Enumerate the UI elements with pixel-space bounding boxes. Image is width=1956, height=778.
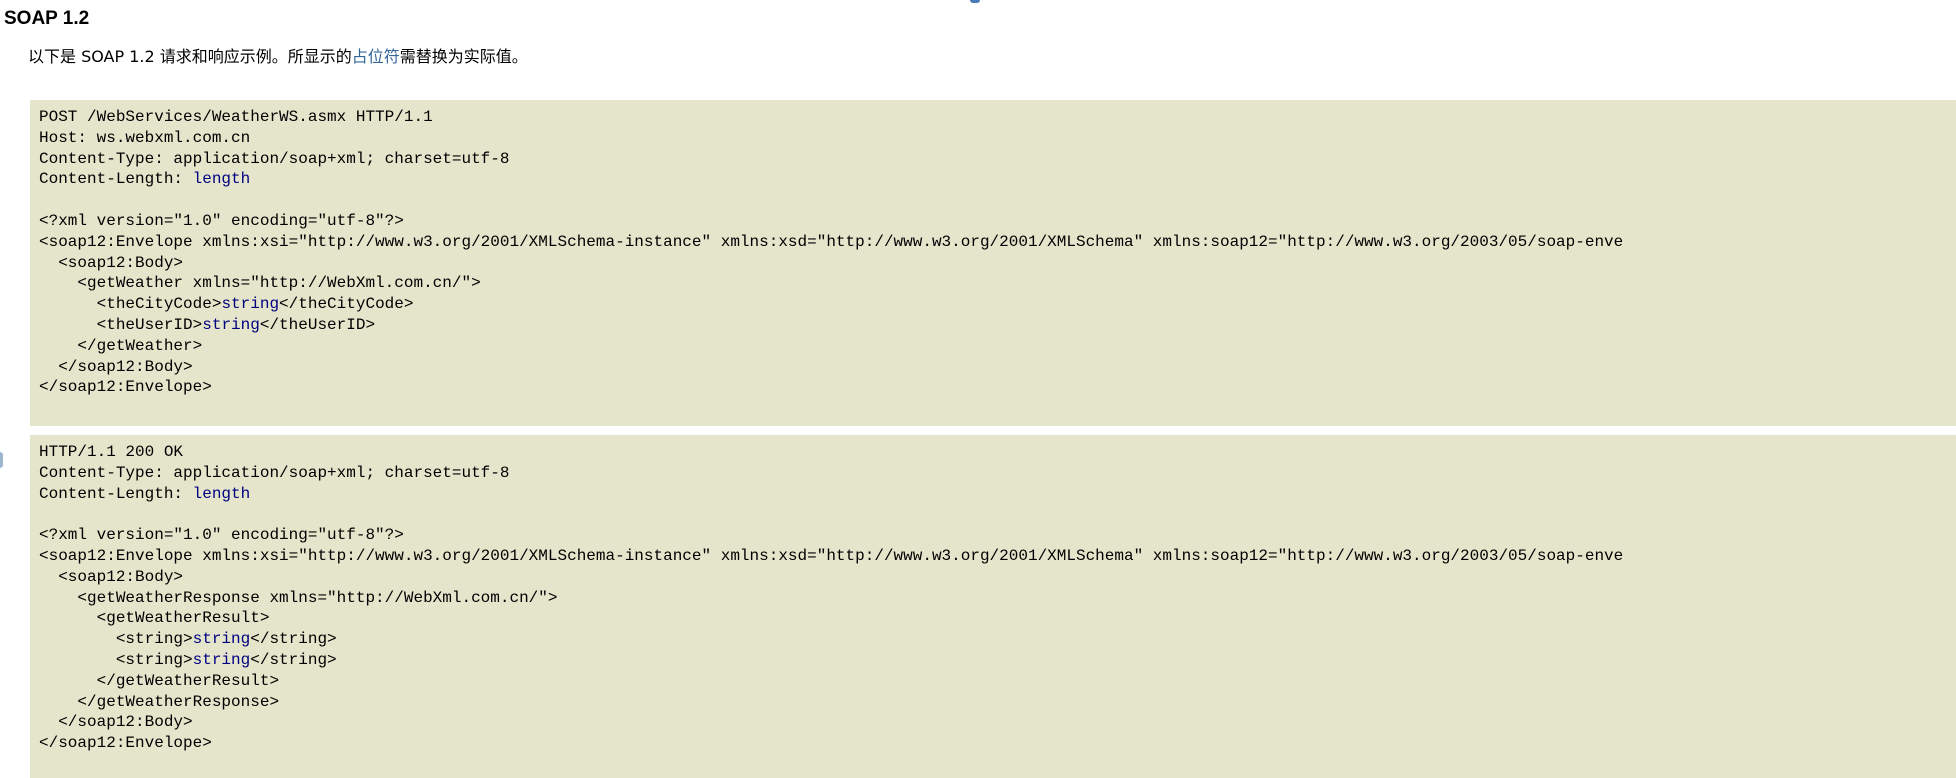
code-line: </soap12:Envelope>: [39, 377, 1956, 398]
code-text: </theUserID>: [259, 315, 376, 334]
code-text: </soap12:Envelope>: [39, 734, 212, 753]
side-marker: [0, 452, 3, 468]
code-text: </string>: [250, 630, 337, 649]
code-text: <?xml version="1.0" encoding="utf-8"?>: [39, 526, 404, 545]
code-line: </getWeatherResult>: [39, 671, 1956, 692]
code-line: </getWeather>: [39, 336, 1956, 357]
code-text: </soap12:Body>: [39, 713, 193, 732]
code-line: Content-Type: application/soap+xml; char…: [39, 463, 1956, 484]
placeholder-value: string: [192, 630, 251, 649]
code-text: Host: ws.webxml.com.cn: [39, 128, 251, 147]
code-text: <string>: [39, 630, 193, 649]
code-text: <soap12:Envelope xmlns:xsi="http://www.w…: [39, 232, 1624, 251]
code-line: Content-Type: application/soap+xml; char…: [39, 149, 1956, 170]
code-line: </soap12:Envelope>: [39, 733, 1956, 754]
placeholder-value: string: [221, 295, 280, 314]
intro-suffix: 需替换为实际值。: [399, 47, 528, 66]
code-line: <?xml version="1.0" encoding="utf-8"?>: [39, 525, 1956, 546]
code-line: Content-Length: length: [39, 169, 1956, 190]
soap-response-sample: HTTP/1.1 200 OK Content-Type: application…: [30, 435, 1956, 778]
code-line: Content-Length: length: [39, 484, 1956, 505]
intro-prefix: 以下是 SOAP 1.2 请求和响应示例。所显示的: [28, 47, 352, 66]
code-line: <string>string</string>: [39, 650, 1956, 671]
intro-text: 以下是 SOAP 1.2 请求和响应示例。所显示的占位符需替换为实际值。: [28, 44, 528, 70]
section-title: SOAP 1.2: [4, 8, 90, 29]
code-text: <soap12:Body>: [39, 253, 184, 272]
code-line: Host: ws.webxml.com.cn: [39, 128, 1956, 149]
code-line: HTTP/1.1 200 OK: [39, 442, 1956, 463]
code-line: POST /WebServices/WeatherWS.asmx HTTP/1.…: [39, 107, 1956, 128]
placeholder-value: string: [192, 650, 251, 669]
code-text: <theCityCode>: [39, 295, 222, 314]
code-text: Content-Type: application/soap+xml; char…: [39, 149, 510, 168]
code-text: <soap12:Body>: [39, 567, 184, 586]
code-text: POST /WebServices/WeatherWS.asmx HTTP/1.…: [39, 108, 433, 126]
code-text: Content-Length:: [39, 170, 193, 189]
code-line: <string>string</string>: [39, 629, 1956, 650]
code-line: <theCityCode>string</theCityCode>: [39, 294, 1956, 315]
code-text: <?xml version="1.0" encoding="utf-8"?>: [39, 211, 404, 230]
code-line: <getWeatherResponse xmlns="http://WebXml…: [39, 588, 1956, 609]
code-line: <soap12:Body>: [39, 253, 1956, 274]
code-text: Content-Length:: [39, 484, 193, 503]
soap-request-sample: POST /WebServices/WeatherWS.asmx HTTP/1.…: [30, 100, 1956, 426]
placeholder-link[interactable]: 占位符: [352, 47, 400, 66]
code-line: </getWeatherResponse>: [39, 692, 1956, 713]
placeholder-value: length: [192, 484, 251, 503]
code-text: </theCityCode>: [279, 295, 414, 314]
code-line: </soap12:Body>: [39, 712, 1956, 733]
code-text: </getWeather>: [39, 336, 203, 355]
code-text: Content-Type: application/soap+xml; char…: [39, 463, 510, 482]
code-text: <getWeather xmlns="http://WebXml.com.cn/…: [39, 274, 481, 293]
code-line: <soap12:Envelope xmlns:xsi="http://www.w…: [39, 232, 1956, 253]
code-text: </getWeatherResult>: [39, 671, 280, 690]
code-line: </soap12:Body>: [39, 357, 1956, 378]
code-line: <getWeather xmlns="http://WebXml.com.cn/…: [39, 273, 1956, 294]
code-text: </soap12:Envelope>: [39, 378, 212, 397]
code-line: <getWeatherResult>: [39, 608, 1956, 629]
scroll-indicator: [970, 0, 980, 3]
code-text: <string>: [39, 650, 193, 669]
placeholder-value: string: [202, 315, 260, 334]
code-text: <getWeatherResponse xmlns="http://WebXml…: [39, 588, 558, 607]
code-text: </getWeatherResponse>: [39, 692, 280, 711]
code-text: HTTP/1.1 200 OK: [39, 443, 184, 461]
code-text: </soap12:Body>: [39, 357, 193, 376]
code-text: <soap12:Envelope xmlns:xsi="http://www.w…: [39, 546, 1624, 565]
placeholder-value: length: [192, 170, 251, 189]
code-line: <soap12:Envelope xmlns:xsi="http://www.w…: [39, 546, 1956, 567]
code-text: <getWeatherResult>: [39, 609, 270, 628]
code-line: <?xml version="1.0" encoding="utf-8"?>: [39, 211, 1956, 232]
code-text: <theUserID>: [39, 315, 203, 334]
code-line: <soap12:Body>: [39, 567, 1956, 588]
code-text: </string>: [250, 650, 337, 669]
code-line: <theUserID>string</theUserID>: [39, 315, 1956, 336]
